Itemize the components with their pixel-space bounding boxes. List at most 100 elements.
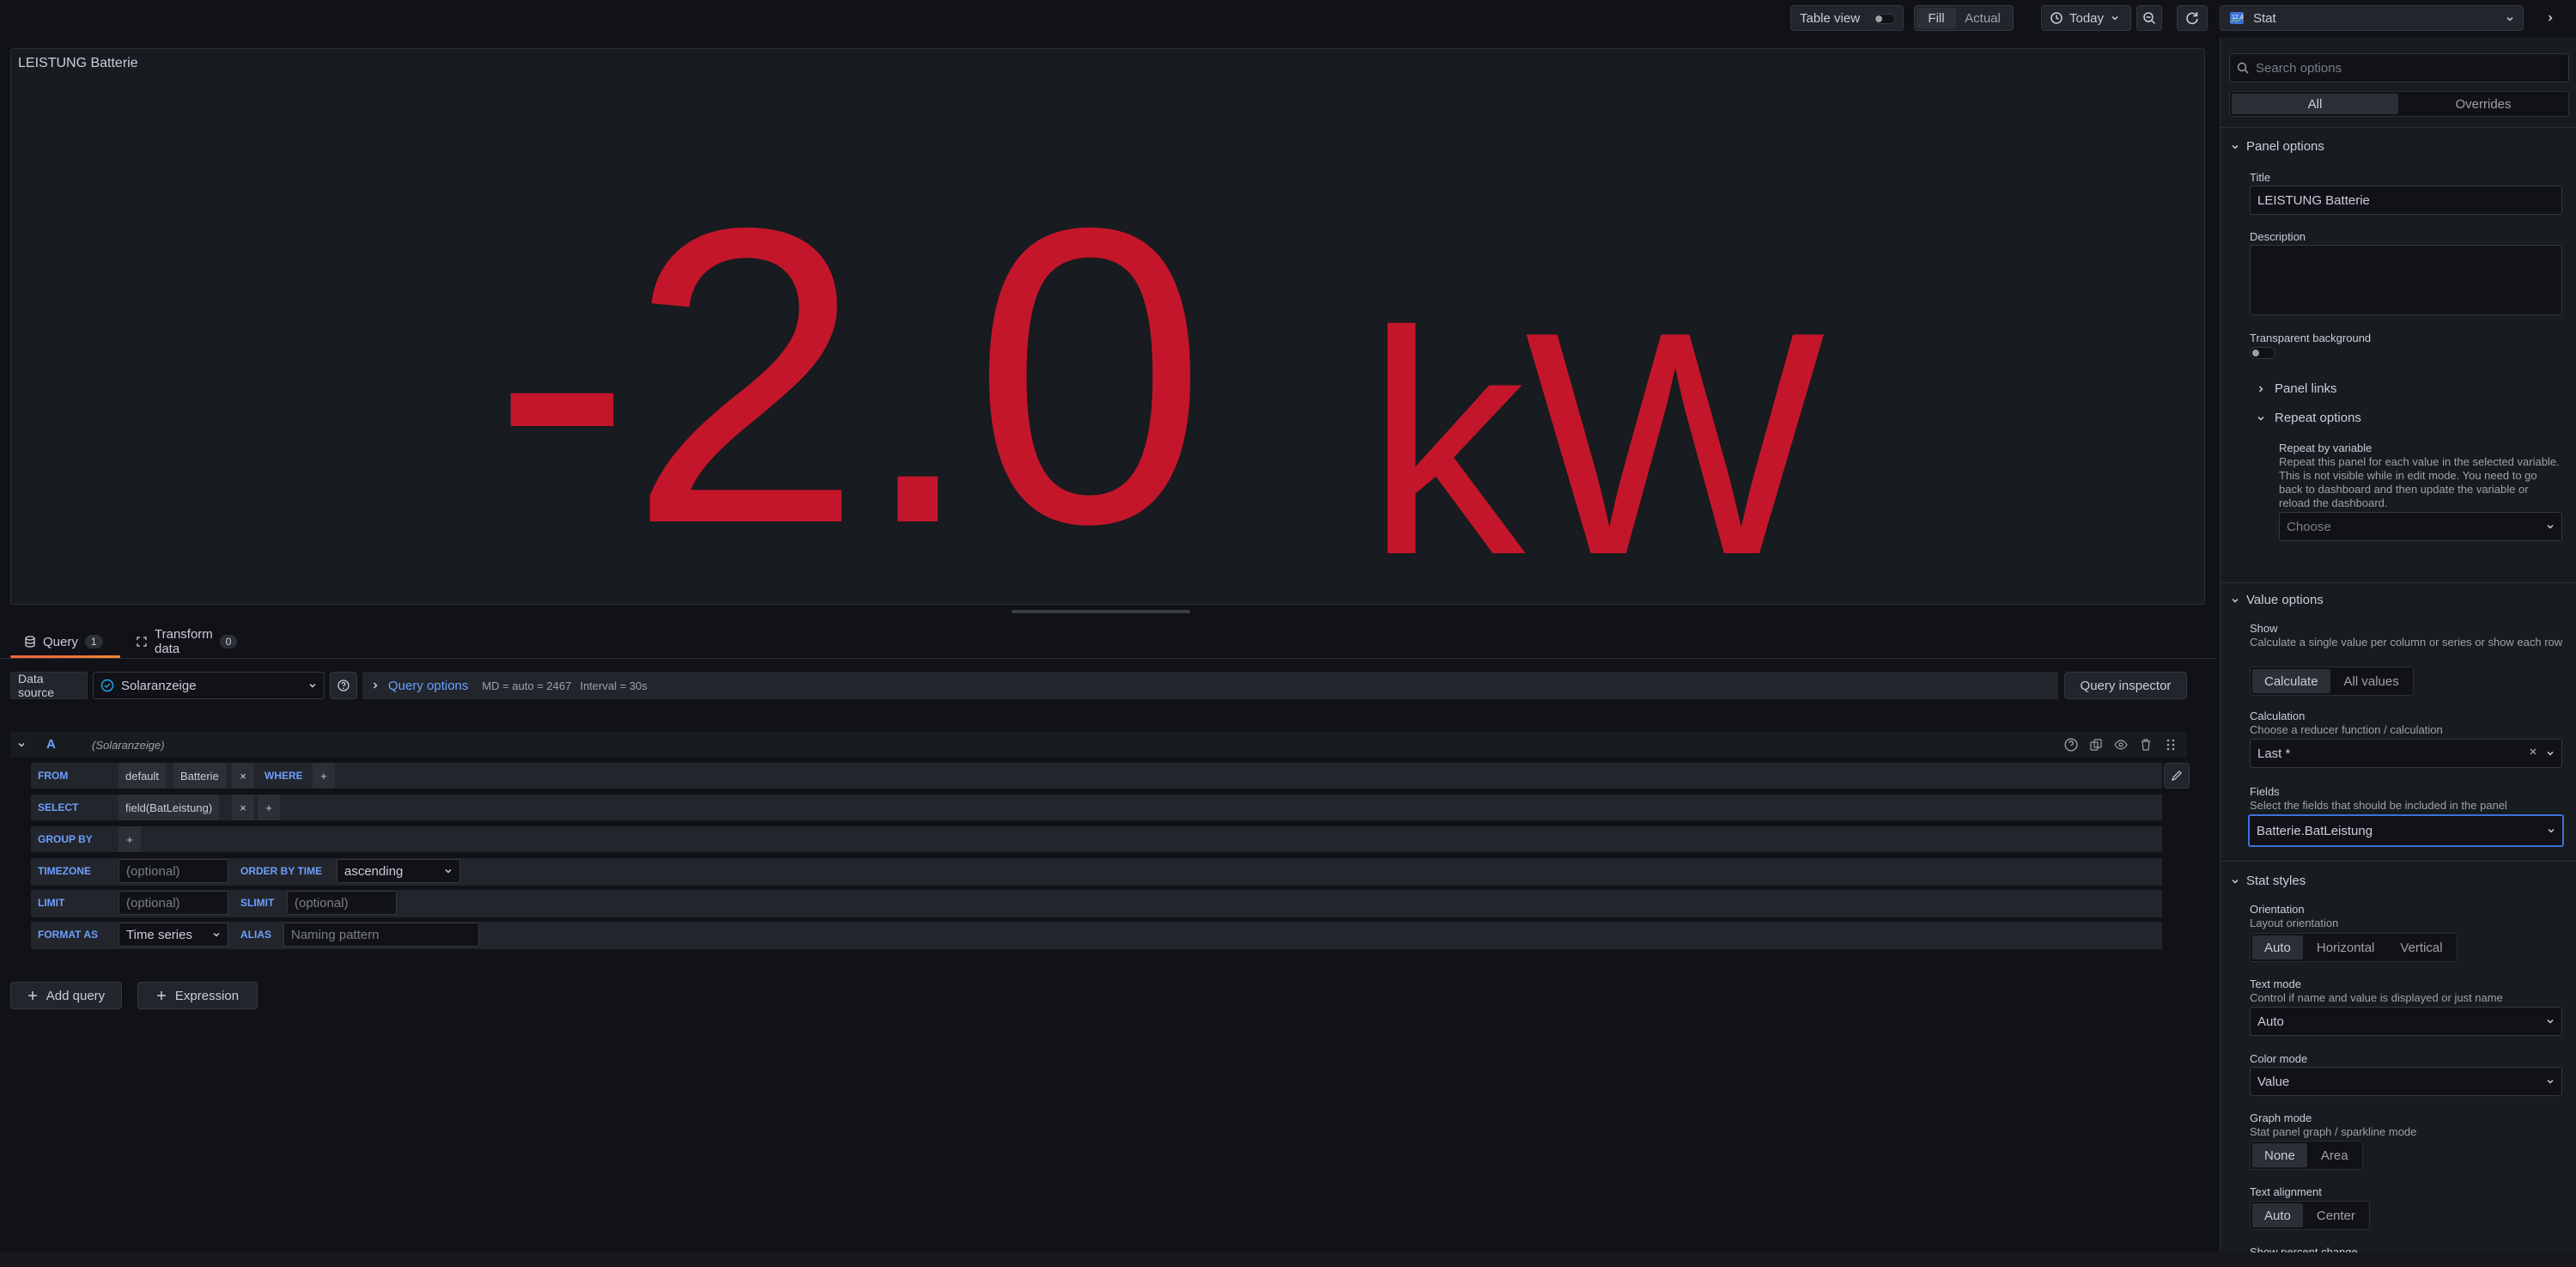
text-mode-label: Text mode bbox=[2250, 978, 2301, 990]
panel-edit-toolbar: Table view Fill Actual Today bbox=[0, 0, 2215, 38]
time-range-picker[interactable]: Today bbox=[2041, 5, 2131, 31]
color-mode-select[interactable]: Value bbox=[2250, 1067, 2562, 1096]
question-circle-icon[interactable] bbox=[2064, 738, 2078, 752]
chevron-right-icon bbox=[2546, 14, 2555, 22]
query-options-bar[interactable]: Query options MD = auto = 2467 Interval … bbox=[362, 672, 2058, 699]
from-policy[interactable]: default bbox=[118, 763, 167, 789]
orderby-select[interactable]: ascending bbox=[337, 859, 460, 883]
query-inspector-button[interactable]: Query inspector bbox=[2064, 672, 2187, 699]
alias-input[interactable]: Naming pattern bbox=[283, 923, 479, 947]
orientation-radio-group: Auto Horizontal Vertical bbox=[2250, 933, 2458, 962]
description-textarea[interactable] bbox=[2250, 245, 2562, 315]
panel-options-header[interactable]: Panel options bbox=[2246, 139, 2324, 154]
timezone-input[interactable]: (optional) bbox=[118, 859, 228, 883]
datasource-picker[interactable]: Solaranzeige bbox=[93, 672, 325, 699]
stat-styles-header[interactable]: Stat styles bbox=[2246, 874, 2306, 888]
slimit-keyword: SLIMIT bbox=[234, 890, 287, 916]
fields-label: Fields bbox=[2250, 785, 2280, 798]
tab-all[interactable]: All bbox=[2232, 94, 2398, 114]
panel-links-header[interactable]: Panel links bbox=[2275, 381, 2337, 396]
chevron-down-icon[interactable] bbox=[2231, 143, 2239, 151]
close-icon[interactable] bbox=[2529, 747, 2537, 756]
table-view-label: Table view bbox=[1800, 10, 1861, 26]
graph-mode-none-option[interactable]: None bbox=[2252, 1143, 2307, 1167]
from-keyword: FROM bbox=[31, 763, 115, 789]
actual-button[interactable]: Actual bbox=[1956, 8, 2009, 28]
table-view-toggle[interactable]: Table view bbox=[1790, 5, 1904, 31]
stat-panel[interactable]: LEISTUNG Batterie -2.0 kW bbox=[10, 48, 2205, 605]
transform-icon bbox=[136, 636, 148, 648]
query-a-header: A (Solaranzeige) bbox=[10, 732, 2187, 758]
datasource-value: Solaranzeige bbox=[121, 678, 197, 693]
title-input[interactable]: LEISTUNG Batterie bbox=[2250, 186, 2562, 215]
timezone-row: TIMEZONE (optional) ORDER BY TIME ascend… bbox=[31, 858, 2162, 886]
remove-measurement-button[interactable]: × bbox=[232, 763, 254, 789]
datasource-help-button[interactable] bbox=[330, 672, 357, 699]
eye-icon[interactable] bbox=[2114, 738, 2128, 752]
stat-viz-icon: 12.4 bbox=[2229, 10, 2245, 26]
limit-keyword: LIMIT bbox=[31, 890, 115, 916]
refresh-icon bbox=[2184, 10, 2200, 26]
chevron-down-icon bbox=[2547, 826, 2555, 835]
zoom-out-button[interactable] bbox=[2136, 5, 2162, 31]
add-where-button[interactable]: + bbox=[313, 763, 335, 789]
duplicate-icon[interactable] bbox=[2089, 738, 2103, 752]
fill-button[interactable]: Fill bbox=[1917, 8, 1956, 28]
viz-picker-bar: 12.4 Stat bbox=[2220, 0, 2576, 38]
refresh-button[interactable] bbox=[2177, 5, 2208, 31]
graph-mode-area-option[interactable]: Area bbox=[2309, 1143, 2360, 1167]
limit-input[interactable]: (optional) bbox=[118, 891, 228, 915]
show-all-values-option[interactable]: All values bbox=[2332, 669, 2411, 693]
question-circle-icon bbox=[337, 679, 349, 691]
panel-resize-handle[interactable] bbox=[1012, 610, 1190, 613]
visualization-picker[interactable]: 12.4 Stat bbox=[2220, 5, 2524, 31]
formatas-select[interactable]: Time series bbox=[118, 923, 228, 947]
text-align-center-option[interactable]: Center bbox=[2305, 1203, 2367, 1227]
value-options-header[interactable]: Value options bbox=[2246, 593, 2324, 607]
chevron-down-icon[interactable] bbox=[2231, 877, 2239, 886]
search-options-input[interactable]: Search options bbox=[2229, 53, 2569, 82]
orientation-auto-option[interactable]: Auto bbox=[2252, 935, 2303, 959]
trash-icon[interactable] bbox=[2139, 738, 2153, 752]
add-groupby-button[interactable]: + bbox=[118, 826, 141, 852]
remove-select-button[interactable]: × bbox=[232, 795, 254, 820]
graph-mode-label: Graph mode bbox=[2250, 1112, 2312, 1124]
orientation-label: Orientation bbox=[2250, 903, 2305, 916]
toggle-switch[interactable] bbox=[1873, 14, 1895, 24]
tab-overrides[interactable]: Overrides bbox=[2400, 94, 2567, 114]
chevron-down-icon[interactable] bbox=[17, 740, 26, 749]
calculation-select[interactable]: Last * bbox=[2250, 739, 2562, 768]
from-row: FROM default Batterie × WHERE + bbox=[31, 763, 2162, 789]
repeat-options-header[interactable]: Repeat options bbox=[2275, 411, 2361, 425]
query-ref-name[interactable]: A bbox=[46, 737, 56, 752]
select-row: SELECT field(BatLeistung) × + bbox=[31, 795, 2162, 820]
from-measurement[interactable]: Batterie bbox=[173, 763, 226, 789]
orientation-description: Layout orientation bbox=[2250, 917, 2339, 929]
chevron-down-icon[interactable] bbox=[2257, 414, 2265, 423]
tab-query-count: 1 bbox=[84, 635, 103, 649]
tab-query[interactable]: Query 1 bbox=[24, 625, 103, 658]
text-alignment-radio-group: Auto Center bbox=[2250, 1201, 2370, 1230]
drag-handle-icon[interactable] bbox=[2164, 738, 2178, 752]
chevron-down-icon[interactable] bbox=[2231, 596, 2239, 605]
transparent-toggle[interactable] bbox=[2250, 347, 2275, 359]
add-select-button[interactable]: + bbox=[258, 795, 280, 820]
add-expression-button[interactable]: Expression bbox=[137, 982, 258, 1009]
calculation-label: Calculation bbox=[2250, 710, 2306, 722]
add-query-button[interactable]: Add query bbox=[10, 982, 122, 1009]
select-field[interactable]: field(BatLeistung) bbox=[118, 795, 220, 820]
repeat-variable-select[interactable]: Choose bbox=[2279, 512, 2562, 541]
show-calculate-option[interactable]: Calculate bbox=[2252, 669, 2330, 693]
color-mode-value: Value bbox=[2257, 1074, 2290, 1089]
fields-select[interactable]: Batterie.BatLeistung bbox=[2248, 814, 2564, 847]
orientation-horizontal-option[interactable]: Horizontal bbox=[2305, 935, 2387, 959]
text-align-auto-option[interactable]: Auto bbox=[2252, 1203, 2303, 1227]
tab-transform[interactable]: Transform data 0 bbox=[136, 625, 238, 658]
orientation-vertical-option[interactable]: Vertical bbox=[2388, 935, 2454, 959]
query-options-label[interactable]: Query options bbox=[388, 679, 468, 693]
chevron-right-icon[interactable] bbox=[2257, 385, 2265, 393]
collapse-options-button[interactable] bbox=[2537, 5, 2563, 31]
edit-raw-query-button[interactable] bbox=[2164, 763, 2190, 789]
slimit-input[interactable]: (optional) bbox=[287, 891, 397, 915]
text-mode-select[interactable]: Auto bbox=[2250, 1007, 2562, 1036]
